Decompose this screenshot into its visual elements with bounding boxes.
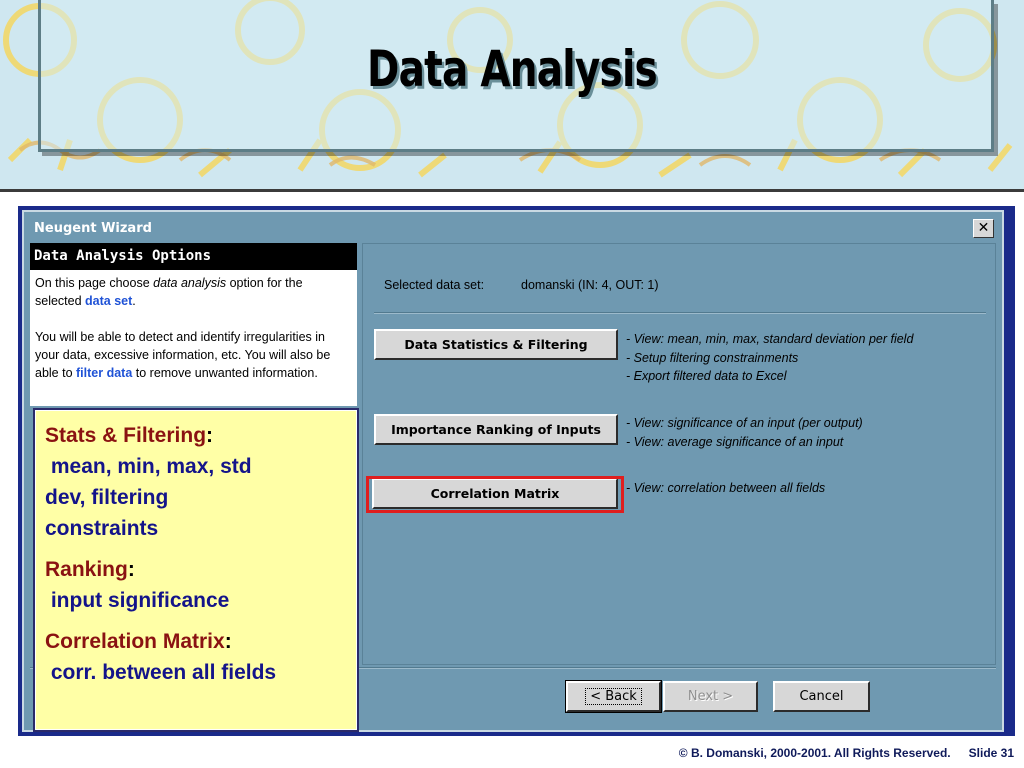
divider (374, 312, 986, 314)
data-set-link[interactable]: data set (85, 294, 132, 308)
main-options-area (362, 243, 996, 665)
back-button[interactable]: < Back (565, 680, 662, 713)
header-banner: Data Analysis (0, 0, 1024, 192)
option-1-description: - View: mean, min, max, standard deviati… (626, 332, 914, 383)
info-panel-body: On this page choose data analysis option… (30, 270, 357, 406)
callout-item-stats: Stats & Filtering: mean, min, max, std d… (45, 424, 252, 540)
importance-ranking-button[interactable]: Importance Ranking of Inputs (374, 414, 618, 445)
selected-data-set-value: domanski (IN: 4, OUT: 1) (521, 278, 659, 292)
next-button: Next > (663, 681, 758, 712)
highlight-box (366, 476, 624, 513)
window-title: Neugent Wizard (34, 221, 152, 236)
selected-data-set-label: Selected data set: (384, 278, 485, 292)
cancel-button[interactable]: Cancel (773, 681, 870, 712)
slide-number: Slide 31 (968, 746, 1014, 760)
info-panel-heading: Data Analysis Options (30, 243, 357, 270)
copyright-text: © B. Domanski, 2000-2001. All Rights Res… (678, 746, 951, 760)
data-statistics-filtering-button[interactable]: Data Statistics & Filtering (374, 329, 618, 360)
filter-data-link[interactable]: filter data (76, 366, 132, 380)
close-icon: ✕ (977, 220, 990, 236)
option-3-description: - View: correlation between all fields (626, 481, 826, 495)
slide-footer: © B. Domanski, 2000-2001. All Rights Res… (679, 746, 1014, 760)
info-paragraph-2: You will be able to detect and identify … (35, 330, 331, 380)
callout-item-ranking: Ranking: input significance (45, 558, 230, 612)
summary-callout: Stats & Filtering: mean, min, max, std d… (33, 408, 359, 732)
info-paragraph-1: On this page choose data analysis option… (35, 276, 303, 308)
option-2-description: - View: significance of an input (per ou… (626, 416, 863, 449)
close-button[interactable]: ✕ (973, 219, 994, 238)
window-titlebar[interactable]: Neugent Wizard ✕ (28, 216, 998, 242)
callout-item-correlation: Correlation Matrix: corr. between all fi… (45, 630, 277, 684)
